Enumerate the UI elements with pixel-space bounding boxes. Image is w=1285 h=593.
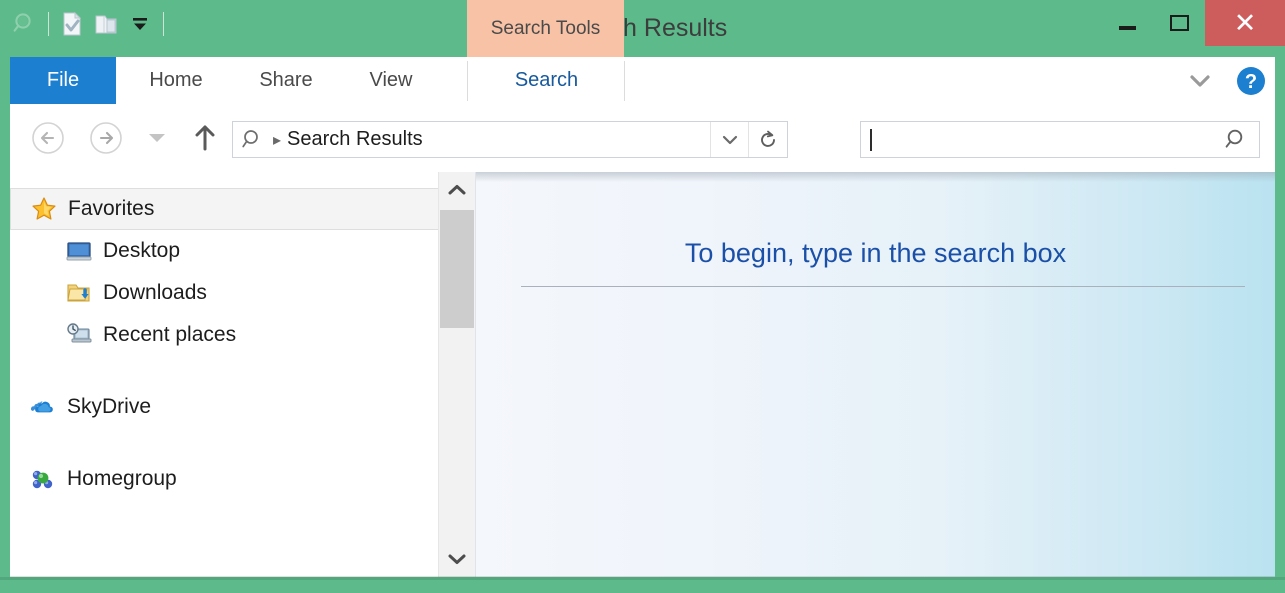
star-icon [27, 192, 61, 226]
nav-group-gap-1 [10, 356, 438, 386]
back-arrow-icon [32, 122, 64, 154]
breadcrumb-search-results[interactable]: Search Results [287, 128, 423, 151]
minimize-icon [1118, 26, 1136, 30]
search-input[interactable] [872, 124, 1215, 155]
refresh-button[interactable] [748, 122, 787, 157]
explorer-body: Favorites Desktop Downloads Recent place… [10, 172, 1275, 577]
address-dropdown-button[interactable] [710, 122, 749, 157]
desktop-icon [62, 234, 96, 268]
nav-group-gap-2 [10, 428, 438, 458]
tab-divider-right [624, 61, 625, 101]
tab-home-label: Home [149, 69, 203, 91]
quick-access-toolbar [8, 2, 170, 46]
help-icon: ? [1237, 66, 1265, 95]
minimize-button[interactable] [1101, 0, 1153, 46]
tab-search[interactable]: Search [468, 57, 625, 104]
close-icon: ✕ [1233, 7, 1257, 38]
contextual-tool-header: Search Tools [467, 0, 624, 57]
breadcrumb-separator: ▸ [273, 131, 282, 149]
chevron-up-icon [448, 185, 466, 195]
close-button[interactable]: ✕ [1205, 0, 1285, 46]
downloads-folder-icon [62, 276, 96, 310]
nav-item-homegroup[interactable]: Homegroup [10, 458, 438, 500]
qat-separator-1 [42, 4, 55, 44]
chevron-down-icon [1190, 74, 1210, 87]
nav-item-skydrive-label: SkyDrive [67, 395, 152, 418]
forward-arrow-icon [90, 122, 122, 154]
tab-file[interactable]: File [10, 57, 116, 104]
chevron-down-icon [722, 135, 738, 144]
window-menu-icon[interactable] [8, 4, 42, 44]
customize-dropdown-icon[interactable] [123, 4, 157, 44]
nav-item-homegroup-label: Homegroup [67, 467, 177, 490]
cloud-icon [26, 390, 60, 424]
content-pane[interactable]: To begin, type in the search box [475, 172, 1275, 577]
minimize-ribbon-button[interactable] [1183, 63, 1217, 99]
qat-separator-2 [157, 4, 170, 44]
refresh-icon [761, 130, 775, 147]
back-button[interactable] [28, 118, 68, 158]
file-explorer-window: Search Results Search Tools ✕ File Home … [0, 0, 1285, 593]
help-button[interactable]: ? [1231, 61, 1271, 101]
scroll-up-button[interactable] [439, 172, 475, 208]
window-controls: ✕ [1101, 0, 1285, 46]
scroll-thumb[interactable] [440, 210, 474, 328]
up-button[interactable] [188, 118, 222, 158]
tab-view[interactable]: View [346, 57, 436, 104]
empty-state-message: To begin, type in the search box [684, 238, 1067, 268]
tab-share[interactable]: Share [236, 57, 336, 104]
nav-item-favorites[interactable]: Favorites [10, 188, 438, 230]
properties-icon[interactable] [55, 4, 89, 44]
nav-item-recent-places-label: Recent places [103, 323, 237, 346]
tab-home[interactable]: Home [126, 57, 226, 104]
navigation-bar: ▸ Search Results [10, 104, 1275, 172]
content-top-shadow [476, 172, 1275, 182]
up-arrow-icon [195, 125, 215, 151]
navigation-pane: Favorites Desktop Downloads Recent place… [10, 172, 438, 577]
title-bar: Search Results Search Tools ✕ [0, 0, 1285, 57]
homegroup-icon [26, 462, 60, 496]
nav-item-favorites-label: Favorites [68, 197, 155, 220]
chevron-down-icon [149, 134, 165, 142]
forward-button[interactable] [86, 118, 126, 158]
maximize-icon [1169, 15, 1189, 31]
nav-item-downloads-label: Downloads [103, 281, 207, 304]
search-submit-icon[interactable] [1215, 122, 1259, 157]
nav-item-skydrive[interactable]: SkyDrive [10, 386, 438, 428]
nav-item-downloads[interactable]: Downloads [10, 272, 438, 314]
ribbon-tab-strip: File Home Share View Search ? [10, 57, 1275, 104]
address-search-icon [233, 122, 273, 157]
nav-item-desktop-label: Desktop [103, 239, 181, 262]
recent-locations-button[interactable] [140, 118, 174, 158]
recent-places-icon [62, 318, 96, 352]
nav-item-recent-places[interactable]: Recent places [10, 314, 438, 356]
empty-state-divider [521, 286, 1245, 287]
chevron-down-icon [448, 554, 466, 564]
svg-text:?: ? [1245, 71, 1257, 93]
new-folder-icon[interactable] [89, 4, 123, 44]
scroll-down-button[interactable] [439, 541, 475, 577]
tab-view-label: View [369, 69, 413, 91]
window-title: Search Results [557, 14, 728, 42]
window-frame-bottom [0, 577, 1285, 593]
maximize-button[interactable] [1153, 0, 1205, 46]
tab-file-label: File [46, 69, 80, 91]
address-bar[interactable]: ▸ Search Results [232, 121, 788, 158]
nav-item-desktop[interactable]: Desktop [10, 230, 438, 272]
search-box[interactable] [860, 121, 1260, 158]
contextual-tool-label: Search Tools [490, 17, 601, 39]
ribbon-right-controls: ? [1183, 57, 1271, 104]
nav-pane-scrollbar[interactable] [438, 172, 475, 577]
tab-share-label: Share [259, 69, 313, 91]
tab-search-label: Search [514, 69, 579, 91]
